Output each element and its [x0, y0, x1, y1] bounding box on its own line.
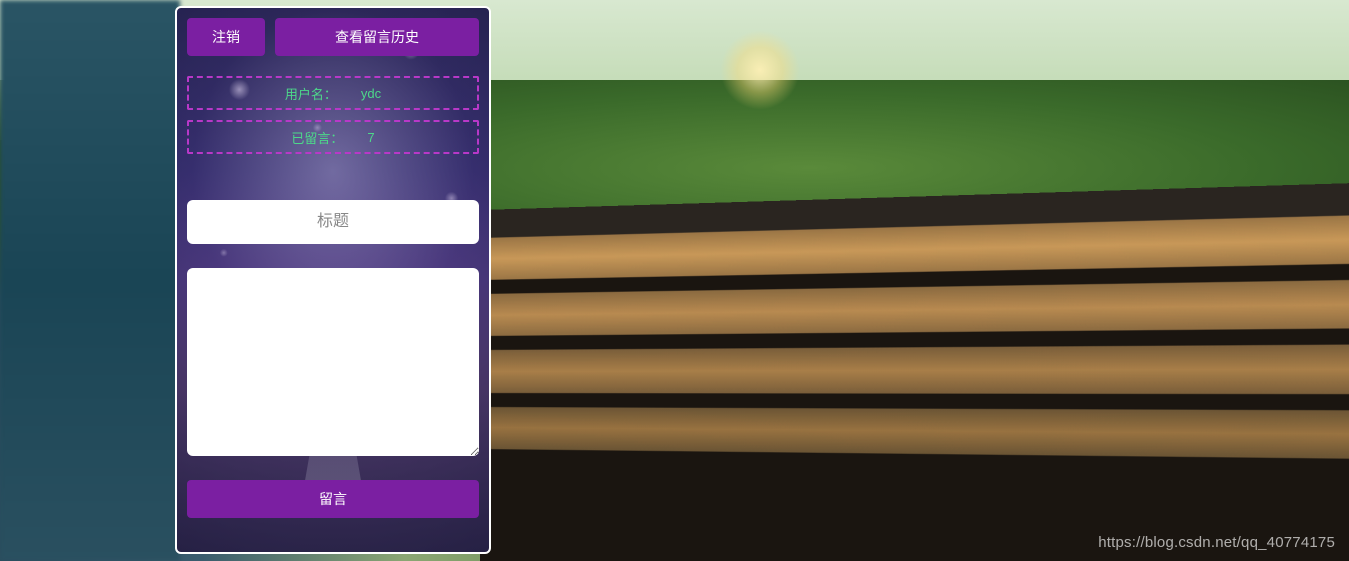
watermark-text: https://blog.csdn.net/qq_40774175 — [1098, 534, 1335, 551]
bg-left-blur — [0, 0, 180, 561]
submit-message-button[interactable]: 留言 — [187, 480, 479, 518]
message-count-label: 已留言： — [291, 128, 343, 147]
bg-bench — [480, 179, 1349, 561]
message-textarea[interactable] — [187, 268, 479, 456]
top-button-row: 注销 查看留言历史 — [187, 18, 479, 56]
message-count-value: 7 — [367, 130, 374, 145]
view-history-button[interactable]: 查看留言历史 — [275, 18, 479, 56]
logout-button[interactable]: 注销 — [187, 18, 265, 56]
title-input[interactable] — [187, 200, 479, 244]
username-value: ydc — [361, 86, 381, 101]
username-label: 用户名： — [285, 84, 337, 103]
message-count-info-box: 已留言： 7 — [187, 120, 479, 154]
username-info-box: 用户名： ydc — [187, 76, 479, 110]
message-panel: 注销 查看留言历史 用户名： ydc 已留言： 7 留言 — [175, 6, 491, 554]
spacer — [187, 164, 479, 200]
bg-sun-flare — [720, 30, 800, 110]
